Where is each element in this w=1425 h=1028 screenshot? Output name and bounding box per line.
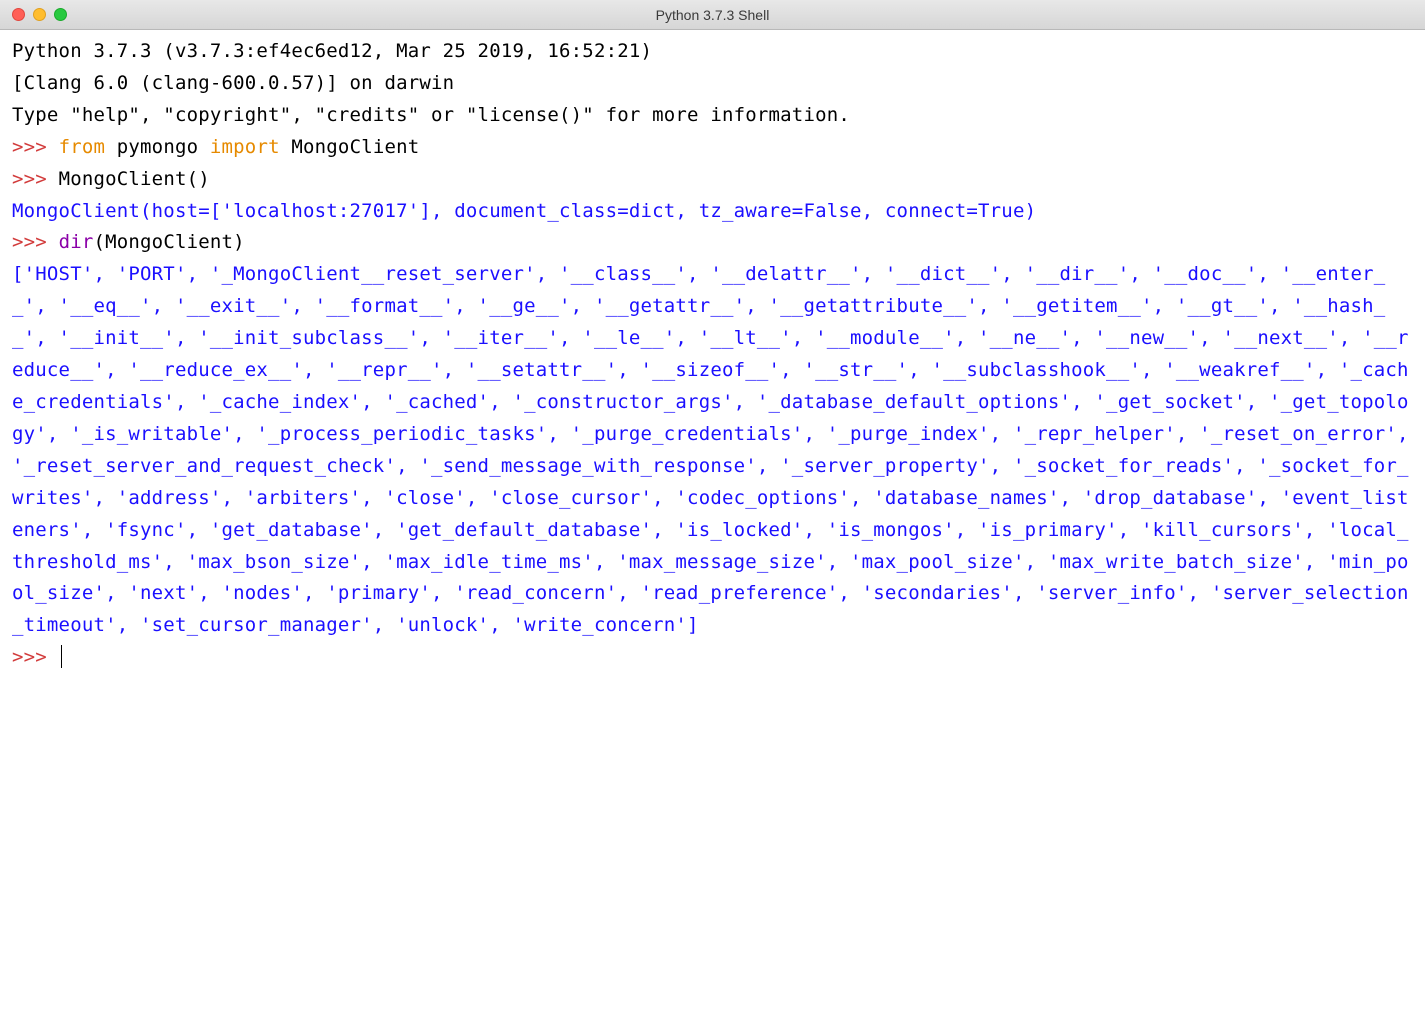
output-line: ['HOST', 'PORT', '_MongoClient__reset_se… <box>12 263 1420 636</box>
call-arg: (MongoClient) <box>93 231 244 253</box>
window-titlebar: Python 3.7.3 Shell <box>0 0 1425 30</box>
shell-output[interactable]: Python 3.7.3 (v3.7.3:ef4ec6ed12, Mar 25 … <box>0 30 1425 680</box>
maximize-icon[interactable] <box>54 8 67 21</box>
keyword-from: from <box>59 136 106 158</box>
import-target: MongoClient <box>280 136 420 158</box>
builtin-dir: dir <box>59 231 94 253</box>
window-title: Python 3.7.3 Shell <box>0 7 1425 23</box>
banner-line: Python 3.7.3 (v3.7.3:ef4ec6ed12, Mar 25 … <box>12 40 664 62</box>
banner-line: [Clang 6.0 (clang-600.0.57)] on darwin <box>12 72 454 94</box>
prompt: >>> <box>12 168 59 190</box>
prompt: >>> <box>12 646 59 668</box>
window-controls <box>0 8 67 21</box>
module-name: pymongo <box>105 136 210 158</box>
banner-line: Type "help", "copyright", "credits" or "… <box>12 104 850 126</box>
call-expr: MongoClient() <box>59 168 210 190</box>
text-cursor-icon <box>61 645 62 668</box>
output-line: MongoClient(host=['localhost:27017'], do… <box>12 200 1036 222</box>
close-icon[interactable] <box>12 8 25 21</box>
keyword-import: import <box>210 136 280 158</box>
prompt: >>> <box>12 231 59 253</box>
minimize-icon[interactable] <box>33 8 46 21</box>
prompt: >>> <box>12 136 59 158</box>
